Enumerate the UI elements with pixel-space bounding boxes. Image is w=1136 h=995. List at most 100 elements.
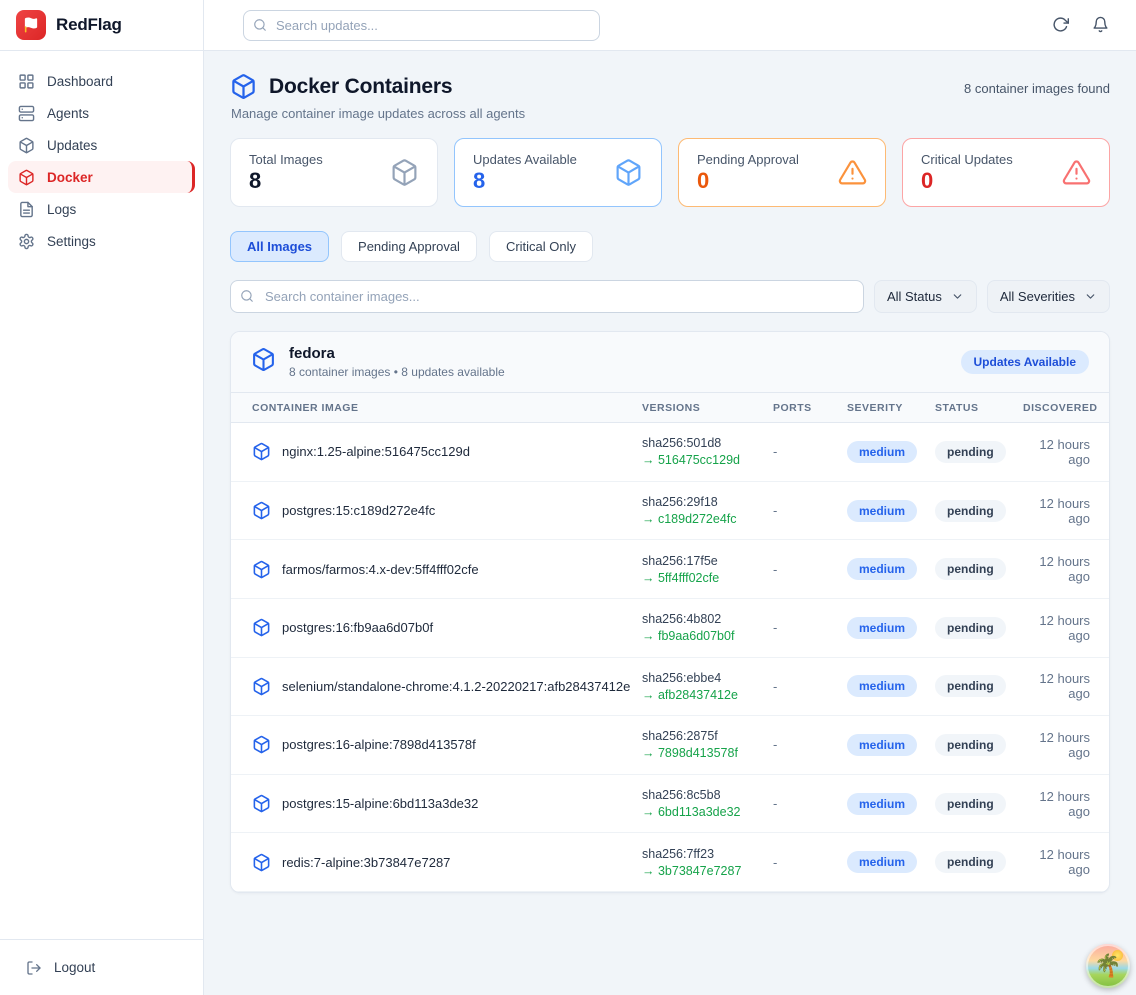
dashboard-icon (18, 73, 35, 90)
table-row[interactable]: postgres:16:fb9aa6d07b0f sha256:4b802 → … (231, 599, 1109, 658)
ports-value: - (773, 679, 847, 694)
container-image-name: postgres:16-alpine:7898d413578f (282, 737, 476, 752)
stat-label: Total Images (249, 152, 323, 167)
main-area: Docker Containers 8 container images fou… (204, 0, 1136, 995)
sidebar-item-logs[interactable]: Logs (8, 193, 195, 225)
sidebar-item-updates[interactable]: Updates (8, 129, 195, 161)
sidebar-item-label: Settings (47, 234, 96, 249)
container-image-name: postgres:16:fb9aa6d07b0f (282, 620, 433, 635)
package-icon (390, 158, 419, 187)
severity-badge: medium (847, 441, 917, 463)
docker-box-icon (18, 169, 35, 186)
logout-icon (26, 960, 42, 976)
ports-value: - (773, 620, 847, 635)
image-group-card: fedora 8 container images • 8 updates av… (230, 331, 1110, 893)
result-count: 8 container images found (964, 73, 1110, 96)
app-window: RedFlag Dashboard Agents Updates Docker … (0, 0, 1136, 995)
bell-icon[interactable] (1092, 16, 1110, 34)
status-badge: pending (935, 558, 1006, 580)
stat-label: Pending Approval (697, 152, 799, 167)
container-image-name: nginx:1.25-alpine:516475cc129d (282, 444, 470, 459)
search-icon (253, 18, 267, 32)
container-icon (252, 560, 271, 579)
discovered-time: 12 hours ago (1023, 671, 1090, 701)
island-icon[interactable]: 🌴 (1086, 944, 1130, 988)
brand-header: RedFlag (0, 0, 203, 51)
table-row[interactable]: postgres:16-alpine:7898d413578f sha256:2… (231, 716, 1109, 775)
sidebar-item-docker[interactable]: Docker (8, 161, 195, 193)
current-sha: sha256:501d8 (642, 436, 773, 450)
table-row[interactable]: postgres:15:c189d272e4fc sha256:29f18 → … (231, 482, 1109, 541)
status-badge: pending (935, 500, 1006, 522)
stat-card-updates-available: Updates Available 8 (454, 138, 662, 207)
stat-label: Updates Available (473, 152, 577, 167)
global-search (243, 10, 600, 41)
table-row[interactable]: selenium/standalone-chrome:4.1.2-2022021… (231, 658, 1109, 717)
palm-tree-icon: 🌴 (1094, 955, 1121, 977)
update-target-sha: → 6bd113a3de32 (642, 805, 773, 819)
update-target-sha: → c189d272e4fc (642, 512, 773, 526)
severity-select[interactable]: All Severities (987, 280, 1110, 313)
stat-label: Critical Updates (921, 152, 1013, 167)
current-sha: sha256:7ff23 (642, 847, 773, 861)
status-badge: pending (935, 734, 1006, 756)
page-head: Docker Containers 8 container images fou… (230, 73, 1110, 100)
tab-pending-approval[interactable]: Pending Approval (341, 231, 477, 262)
status-badge: pending (935, 793, 1006, 815)
image-search-input[interactable] (230, 280, 864, 313)
tab-all-images[interactable]: All Images (230, 231, 329, 262)
sidebar-nav: Dashboard Agents Updates Docker Logs Set… (0, 51, 203, 939)
discovered-time: 12 hours ago (1023, 730, 1090, 760)
table-row[interactable]: redis:7-alpine:3b73847e7287 sha256:7ff23… (231, 833, 1109, 892)
search-icon (240, 289, 254, 303)
sidebar-item-label: Dashboard (47, 74, 113, 89)
ports-value: - (773, 737, 847, 752)
stat-value: 8 (473, 169, 577, 193)
container-icon (252, 677, 271, 696)
topbar (204, 0, 1136, 51)
global-search-input[interactable] (243, 10, 600, 41)
sidebar-item-agents[interactable]: Agents (8, 97, 195, 129)
container-image-name: selenium/standalone-chrome:4.1.2-2022021… (282, 679, 630, 694)
discovered-time: 12 hours ago (1023, 496, 1090, 526)
stat-card-pending-approval: Pending Approval 0 (678, 138, 886, 207)
logout-button[interactable]: Logout (0, 939, 203, 995)
table-body: nginx:1.25-alpine:516475cc129d sha256:50… (231, 423, 1109, 892)
container-icon (252, 442, 271, 461)
stat-value: 0 (697, 169, 799, 193)
severity-badge: medium (847, 793, 917, 815)
discovered-time: 12 hours ago (1023, 437, 1090, 467)
severity-badge: medium (847, 851, 917, 873)
sidebar-item-dashboard[interactable]: Dashboard (8, 65, 195, 97)
update-target-sha: → fb9aa6d07b0f (642, 629, 773, 643)
update-target-sha: → 3b73847e7287 (642, 864, 773, 878)
ports-value: - (773, 562, 847, 577)
table-row[interactable]: nginx:1.25-alpine:516475cc129d sha256:50… (231, 423, 1109, 482)
update-target-sha: → 7898d413578f (642, 746, 773, 760)
logout-label: Logout (54, 960, 95, 975)
table-row[interactable]: farmos/farmos:4.x-dev:5ff4fff02cfe sha25… (231, 540, 1109, 599)
severity-badge: medium (847, 734, 917, 756)
ports-value: - (773, 796, 847, 811)
stat-cards: Total Images 8 Updates Available 8 (230, 138, 1110, 207)
update-target-sha: → afb28437412e (642, 688, 773, 702)
severity-badge: medium (847, 617, 917, 639)
status-select-value: All Status (887, 289, 942, 304)
tab-critical-only[interactable]: Critical Only (489, 231, 593, 262)
refresh-icon[interactable] (1052, 16, 1070, 34)
container-image-name: farmos/farmos:4.x-dev:5ff4fff02cfe (282, 562, 479, 577)
status-badge: pending (935, 851, 1006, 873)
server-icon (18, 105, 35, 122)
discovered-time: 12 hours ago (1023, 554, 1090, 584)
topbar-icons (1052, 16, 1110, 34)
column-header: Ports (773, 402, 847, 414)
table-row[interactable]: postgres:15-alpine:6bd113a3de32 sha256:8… (231, 775, 1109, 834)
brand-name: RedFlag (56, 15, 122, 35)
alert-triangle-icon (838, 158, 867, 187)
stat-value: 0 (921, 169, 1013, 193)
sidebar-item-label: Docker (47, 170, 93, 185)
status-select[interactable]: All Status (874, 280, 977, 313)
stat-card-critical-updates: Critical Updates 0 (902, 138, 1110, 207)
sidebar-item-settings[interactable]: Settings (8, 225, 195, 257)
group-name: fedora (289, 345, 505, 362)
